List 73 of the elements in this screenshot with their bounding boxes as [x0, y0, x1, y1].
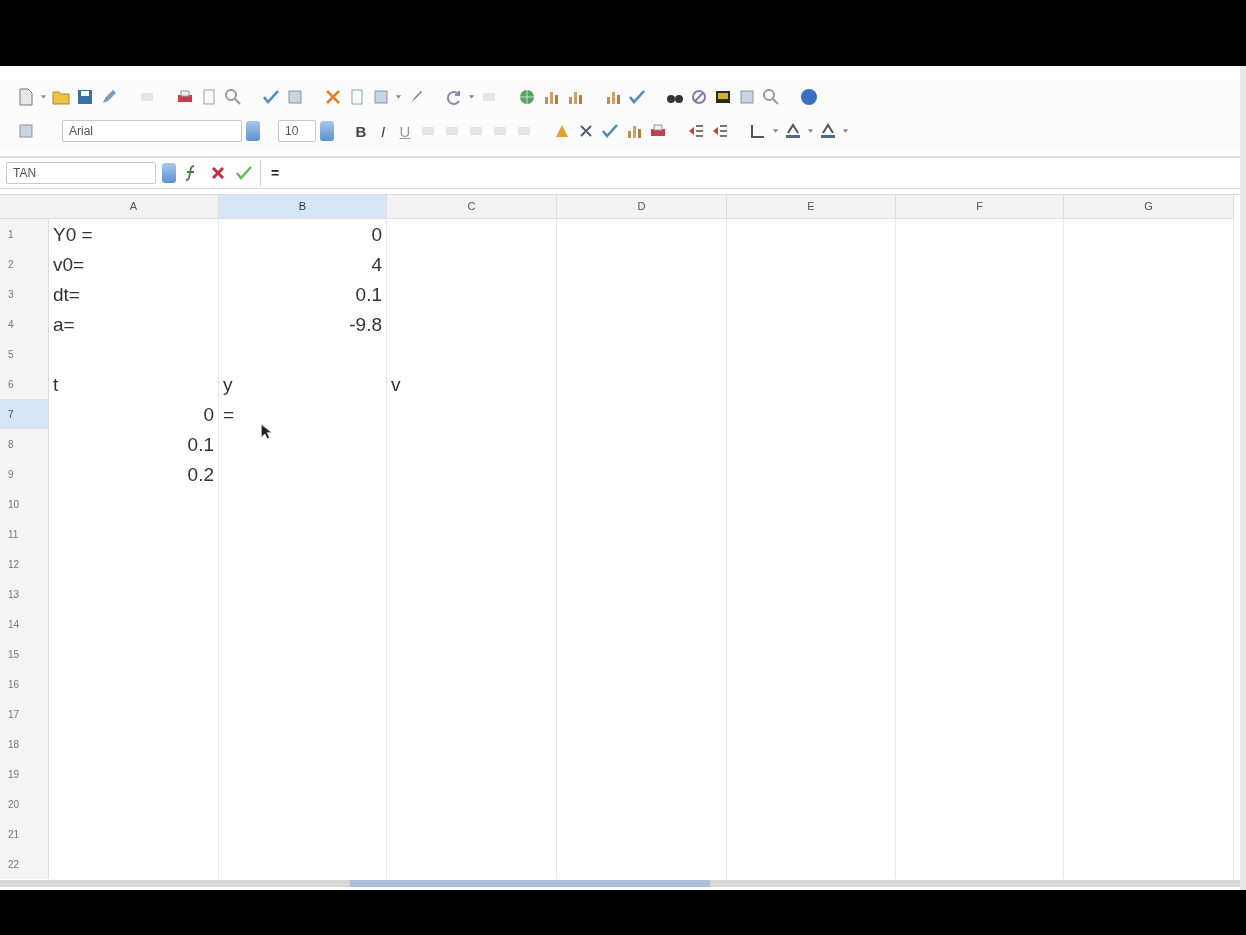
caret-icon[interactable]	[468, 94, 475, 100]
row-header[interactable]: 9	[0, 459, 49, 489]
table-cell: y	[223, 374, 233, 394]
format-button[interactable]: U	[396, 122, 414, 140]
dropdown-button[interactable]	[320, 121, 334, 141]
column-header[interactable]: G	[1064, 195, 1234, 219]
search-icon[interactable]	[761, 87, 781, 107]
table-cell: 0.1	[355, 284, 382, 304]
caret-icon[interactable]	[40, 94, 47, 100]
row-header[interactable]: 22	[0, 849, 49, 879]
font-color-icon[interactable]	[818, 121, 838, 141]
caret-icon[interactable]	[772, 128, 779, 134]
square-icon[interactable]	[285, 87, 305, 107]
caret-icon[interactable]	[842, 128, 849, 134]
row-header[interactable]: 6	[0, 369, 49, 399]
table-cell: 4	[371, 254, 382, 274]
row-header[interactable]: 4	[0, 309, 49, 339]
horizontal-scrollbar[interactable]	[0, 880, 1240, 887]
circle-slash-icon[interactable]	[689, 87, 709, 107]
document-icon[interactable]	[16, 87, 36, 107]
column-header[interactable]: D	[557, 195, 727, 219]
table-cell: =	[223, 404, 235, 424]
column-header[interactable]: C	[387, 195, 557, 219]
square-icon[interactable]	[16, 121, 36, 141]
row-header[interactable]: 13	[0, 579, 49, 609]
table-cell: Y0 =	[53, 224, 93, 244]
font-name-field[interactable]: Arial	[62, 120, 242, 142]
format-button[interactable]: I	[374, 122, 392, 140]
table-cell: v0=	[53, 254, 85, 274]
row-header[interactable]: 14	[0, 609, 49, 639]
row-header[interactable]: 16	[0, 669, 49, 699]
column-header[interactable]: F	[896, 195, 1064, 219]
row-header[interactable]: 8	[0, 429, 49, 459]
row-header[interactable]: 5	[0, 339, 49, 369]
table-cell: 0	[203, 404, 214, 424]
row-header[interactable]: 10	[0, 489, 49, 519]
row-header[interactable]: 19	[0, 759, 49, 789]
row-header[interactable]: 20	[0, 789, 49, 819]
scrollbar-thumb[interactable]	[350, 880, 710, 887]
name-box[interactable]: TAN	[6, 162, 156, 184]
square-icon[interactable]	[371, 87, 391, 107]
row-header[interactable]: 2	[0, 249, 49, 279]
column-header[interactable]: B	[219, 195, 387, 219]
dropdown-button[interactable]	[246, 121, 260, 141]
table-cell: t	[53, 374, 59, 394]
table-cell: a=	[53, 314, 75, 334]
column-header[interactable]: A	[49, 195, 219, 219]
font-color-icon[interactable]	[783, 121, 803, 141]
caret-icon[interactable]	[395, 94, 402, 100]
table-cell: dt=	[53, 284, 80, 304]
caret-icon[interactable]	[807, 128, 814, 134]
table-cell: v	[391, 374, 401, 394]
formula-input[interactable]: =	[260, 160, 1240, 186]
search-icon[interactable]	[223, 87, 243, 107]
table-cell: 0.1	[187, 434, 214, 454]
font-size-field[interactable]: 10	[278, 120, 316, 142]
row-header[interactable]: 12	[0, 549, 49, 579]
row-header[interactable]: 18	[0, 729, 49, 759]
row-header[interactable]: 21	[0, 819, 49, 849]
dropdown-button[interactable]	[162, 163, 176, 183]
row-header[interactable]: 15	[0, 639, 49, 669]
cursor-icon	[260, 423, 272, 440]
table-cell: 0	[371, 224, 382, 244]
row-header[interactable]: 17	[0, 699, 49, 729]
format-button[interactable]: B	[352, 122, 370, 140]
row-header[interactable]: 3	[0, 279, 49, 309]
row-header[interactable]: 1	[0, 219, 49, 249]
column-header[interactable]: E	[727, 195, 896, 219]
row-header[interactable]: 7	[0, 399, 49, 429]
row-header[interactable]: 11	[0, 519, 49, 549]
table-cell: -9.8	[349, 314, 382, 334]
globe-icon[interactable]	[517, 87, 537, 107]
table-cell: 0.2	[187, 464, 214, 484]
